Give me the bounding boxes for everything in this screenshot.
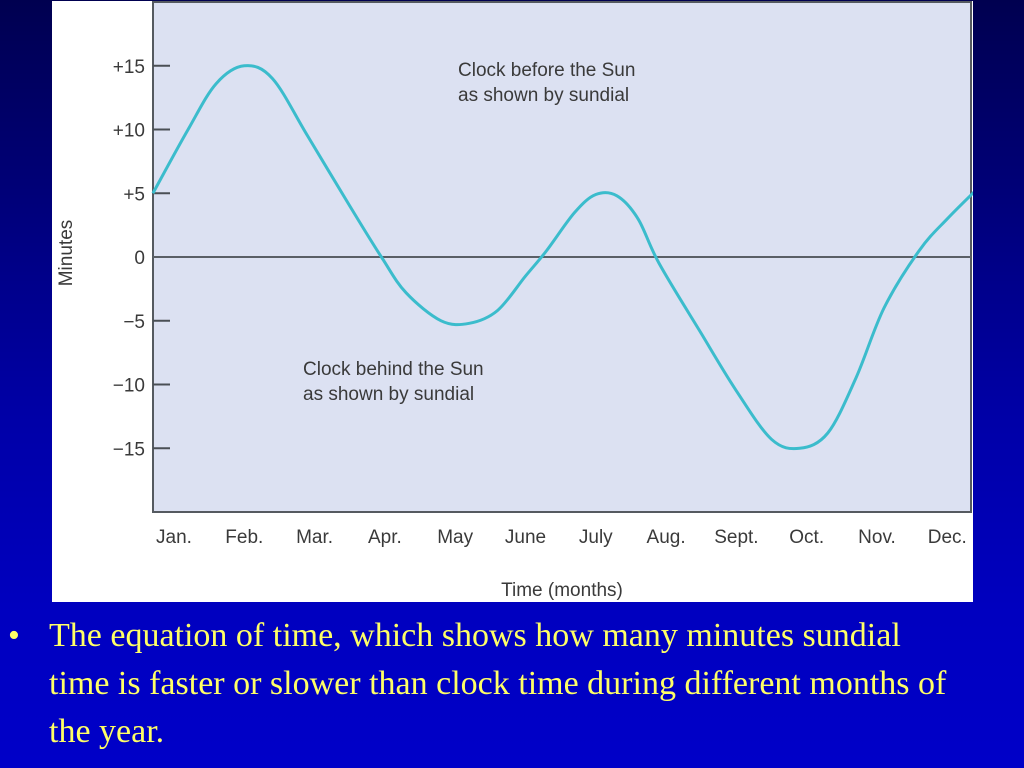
y-tick-label: +10 — [113, 121, 145, 142]
x-tick-label: Dec. — [928, 527, 967, 548]
caption-text: The equation of time, which shows how ma… — [49, 617, 947, 750]
x-tick-label: June — [505, 527, 546, 548]
x-tick-label: Sept. — [714, 527, 758, 548]
y-tick-label: −10 — [113, 376, 145, 397]
bullet-icon: • — [8, 617, 20, 654]
x-tick-label: Aug. — [647, 527, 686, 548]
x-tick-label: July — [579, 527, 613, 548]
x-tick-label: Nov. — [858, 527, 896, 548]
x-tick-label: Jan. — [156, 527, 192, 548]
chart-figure: +15 +10 +5 0 −5 −10 −15 Jan. Feb. Mar. Apr. May Jun… — [52, 1, 973, 602]
y-tick-label: −15 — [113, 439, 145, 460]
x-tick-label: Apr. — [368, 527, 402, 548]
annotation-line: Clock before the Sun — [458, 60, 635, 81]
x-tick-label: Mar. — [296, 527, 333, 548]
y-tick-label: −5 — [123, 312, 145, 333]
x-axis-title: Time (months) — [501, 580, 623, 601]
annotation-line: Clock behind the Sun — [303, 359, 484, 380]
x-tick-label: Oct. — [789, 527, 824, 548]
y-axis-title: Minutes — [56, 220, 77, 287]
y-tick-label: 0 — [134, 248, 145, 269]
y-tick-label: +15 — [113, 57, 145, 78]
x-axis-labels: Jan. Feb. Mar. Apr. May June July Aug. Sept. Oct.… — [156, 527, 967, 548]
annotation-line: as shown by sundial — [458, 85, 629, 106]
equation-of-time-chart: +15 +10 +5 0 −5 −10 −15 Jan. Feb. Mar. Apr. May Jun… — [56, 1, 973, 601]
annotation-line: as shown by sundial — [303, 384, 474, 405]
x-tick-label: May — [437, 527, 473, 548]
y-tick-label: +5 — [123, 184, 145, 205]
x-tick-label: Feb. — [225, 527, 263, 548]
